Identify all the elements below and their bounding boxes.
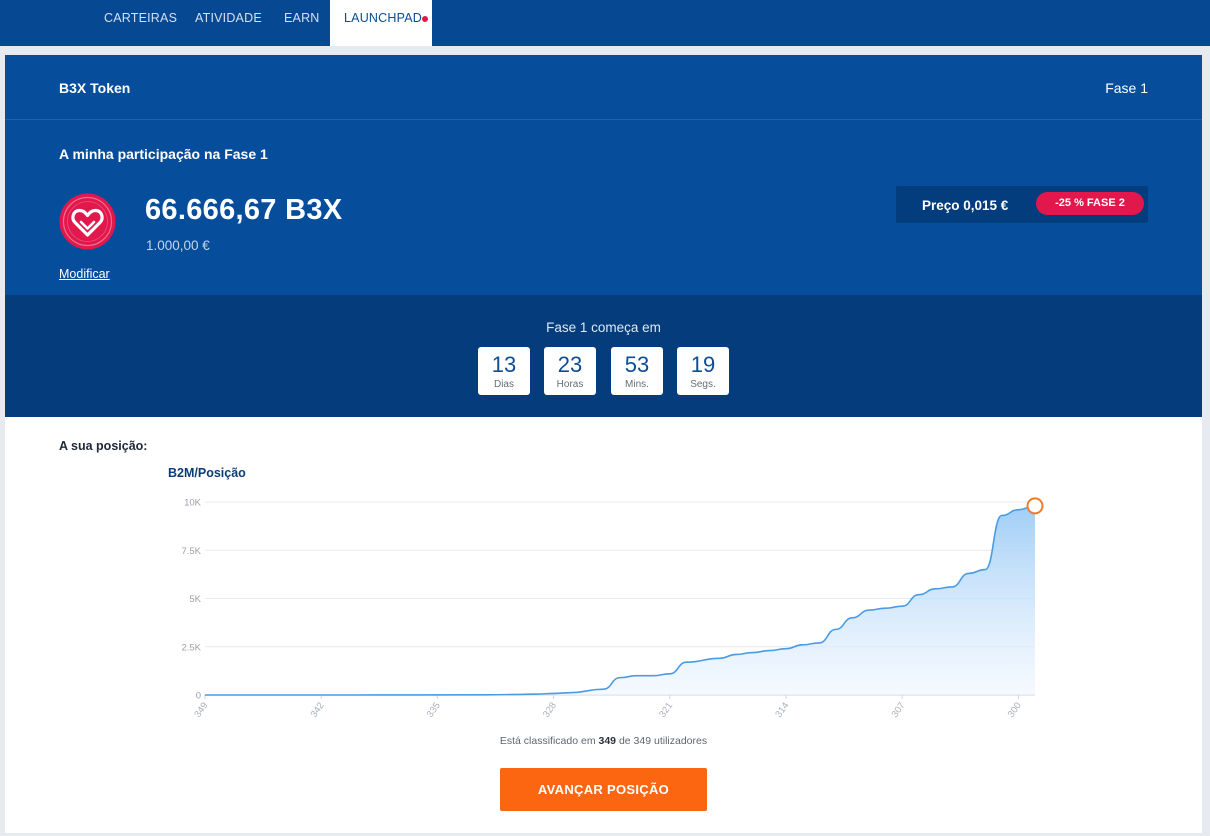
x-tick-label: 342 (309, 700, 327, 719)
notification-dot (422, 16, 428, 22)
top-navigation: CARTEIRAS ATIVIDADE EARN LAUNCHPAD (0, 0, 1210, 46)
x-tick-label: 349 (192, 700, 210, 719)
x-tick-label: 307 (890, 700, 908, 719)
fiat-amount: 1.000,00 € (146, 238, 210, 253)
token-amount: 66.666,67 B3X (145, 194, 343, 226)
countdown-seconds-label: Segs. (690, 379, 716, 390)
rank-note: Está classificado em 349 de 349 utilizad… (5, 735, 1202, 747)
rank-value: 349 (598, 735, 617, 747)
countdown-minutes-label: Mins. (625, 379, 649, 390)
chart-title: B2M/Posição (168, 466, 246, 480)
phase-label: Fase 1 (1105, 80, 1148, 96)
current-position-marker (1026, 497, 1044, 515)
countdown-days-value: 13 (491, 352, 517, 377)
rank-prefix: Está classificado em (499, 735, 599, 747)
x-tick-label: 321 (657, 700, 675, 719)
advance-position-button[interactable]: AVANÇAR POSIÇÃO (500, 768, 707, 811)
y-tick-label: 10K (184, 498, 202, 509)
position-label: A sua posição: (59, 439, 148, 453)
card-header: B3X Token Fase 1 (5, 55, 1202, 120)
participation-panel: A minha participação na Fase 1 66.666,67… (5, 120, 1202, 295)
rank-suffix: utilizadores (651, 735, 708, 747)
tab-atividade[interactable]: ATIVIDADE (195, 0, 262, 46)
price-text: Preço 0,015 € (922, 198, 1009, 213)
heart-token-logo-icon (59, 193, 116, 250)
y-tick-label: 2.5K (181, 642, 201, 653)
discount-badge: -25 % FASE 2 (1036, 192, 1144, 215)
countdown-seconds: 19 Segs. (677, 347, 729, 395)
countdown-hours-value: 23 (557, 352, 583, 377)
x-tick-label: 328 (541, 700, 559, 719)
countdown-hours: 23 Horas (544, 347, 596, 395)
launchpad-card: B3X Token Fase 1 A minha participação na… (5, 55, 1202, 833)
x-tick-label: 335 (425, 700, 443, 719)
token-name: B3X Token (59, 80, 131, 96)
rank-middle: de (616, 735, 634, 747)
y-tick-label: 7.5K (181, 546, 201, 557)
x-tick-label: 314 (773, 700, 791, 719)
rank-total: 349 (633, 735, 652, 747)
countdown-hours-label: Horas (556, 379, 584, 390)
tab-carteiras[interactable]: CARTEIRAS (104, 0, 177, 46)
y-tick-label: 0 (196, 691, 201, 702)
tab-launchpad-label: LAUNCHPAD (344, 11, 422, 25)
y-tick-label: 5K (189, 594, 201, 605)
countdown-panel: Fase 1 começa em 13 Dias 23 Horas 53 Min… (5, 295, 1202, 417)
countdown-seconds-value: 19 (690, 352, 716, 377)
price-box: Preço 0,015 € -25 % FASE 2 (896, 186, 1148, 223)
countdown-days-label: Dias (493, 379, 514, 390)
tab-launchpad[interactable]: LAUNCHPAD (330, 0, 432, 46)
countdown-minutes-value: 53 (624, 352, 650, 377)
countdown-minutes: 53 Mins. (611, 347, 663, 395)
position-chart: B2M/Posição 0 2.5K 5K 7.5K 10K 349 342 335 328 32… (168, 466, 1044, 720)
modify-link[interactable]: Modificar (59, 267, 110, 281)
tab-earn[interactable]: EARN (284, 0, 320, 46)
countdown-title: Fase 1 começa em (546, 320, 661, 335)
x-tick-label: 300 (1006, 700, 1024, 719)
countdown-days: 13 Dias (478, 347, 530, 395)
participation-title: A minha participação na Fase 1 (59, 146, 268, 162)
